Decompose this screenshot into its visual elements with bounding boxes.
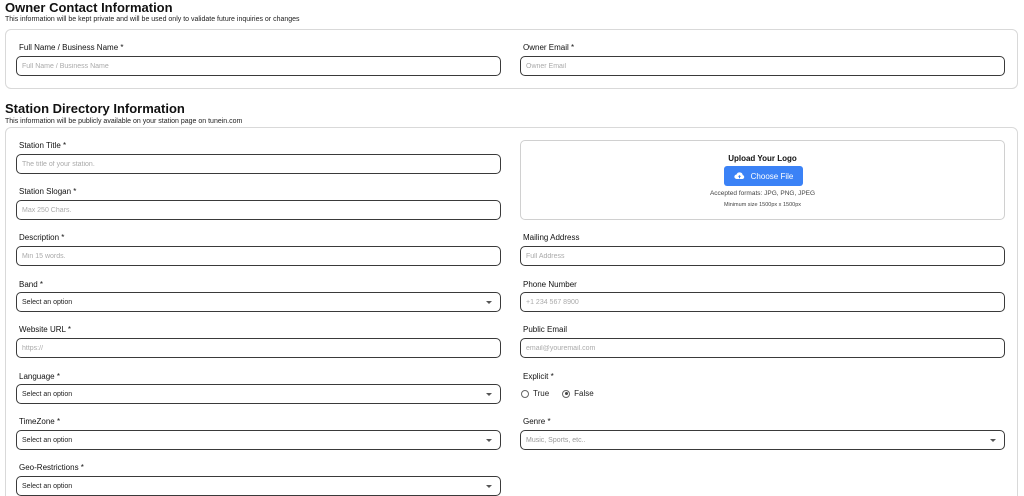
chevron-down-icon: [486, 439, 492, 442]
description-input[interactable]: [16, 246, 501, 266]
chevron-down-icon: [486, 485, 492, 488]
owner-email-label: Owner Email *: [523, 43, 575, 52]
chevron-down-icon: [486, 301, 492, 304]
explicit-false-label: False: [574, 389, 594, 398]
upload-logo-title: Upload Your Logo: [728, 154, 797, 163]
explicit-true-label: True: [533, 389, 550, 398]
explicit-label: Explicit *: [523, 372, 554, 381]
geo-restrictions-label: Geo-Restrictions *: [19, 463, 84, 472]
owner-email-input[interactable]: [520, 56, 1005, 76]
language-select-value: Select an option: [22, 390, 73, 398]
explicit-true-radio[interactable]: [521, 389, 529, 398]
upload-size-note: Minimum size 1500px x 1500px: [723, 202, 802, 208]
station-section-title: Station Directory Information: [5, 101, 185, 116]
public-email-input[interactable]: [520, 338, 1005, 358]
station-slogan-label: Station Slogan *: [19, 187, 77, 196]
chevron-down-icon: [486, 393, 492, 396]
timezone-select-value: Select an option: [22, 436, 73, 444]
full-name-input[interactable]: [16, 56, 501, 76]
website-input[interactable]: [16, 338, 501, 358]
logo-upload-area[interactable]: Upload Your Logo Choose File Accepted fo…: [520, 140, 1005, 220]
chevron-down-icon: [990, 439, 996, 442]
station-title-input[interactable]: [16, 154, 501, 174]
explicit-radio-group: True False: [521, 389, 594, 398]
geo-restrictions-select-value: Select an option: [22, 482, 73, 490]
owner-section-title: Owner Contact Information: [5, 0, 173, 15]
timezone-select[interactable]: Select an option: [16, 430, 501, 450]
description-label: Description *: [19, 233, 65, 242]
station-slogan-input[interactable]: [16, 200, 501, 220]
language-select[interactable]: Select an option: [16, 384, 501, 404]
timezone-label: TimeZone *: [19, 417, 61, 426]
website-label: Website URL *: [19, 325, 72, 334]
band-label: Band *: [19, 280, 44, 289]
choose-file-button[interactable]: Choose File: [724, 166, 803, 186]
phone-number-input[interactable]: [520, 292, 1005, 312]
mailing-address-label: Mailing Address: [523, 233, 580, 242]
cloud-upload-icon: [734, 172, 744, 180]
choose-file-label: Choose File: [750, 171, 794, 181]
genre-select[interactable]: Music, Sports, etc..: [520, 430, 1005, 450]
band-select[interactable]: Select an option: [16, 292, 501, 312]
owner-section-subtitle: This information will be kept private an…: [5, 16, 300, 23]
station-title-label: Station Title *: [19, 141, 67, 150]
upload-formats-note: Accepted formats: JPG, PNG, JPEG: [709, 190, 816, 197]
geo-restrictions-select[interactable]: Select an option: [16, 476, 501, 496]
station-section-subtitle: This information will be publicly availa…: [5, 118, 243, 125]
mailing-address-input[interactable]: [520, 246, 1005, 266]
phone-number-label: Phone Number: [523, 280, 577, 289]
language-label: Language *: [19, 372, 60, 381]
genre-select-placeholder: Music, Sports, etc..: [526, 436, 586, 444]
public-email-label: Public Email: [523, 325, 568, 334]
genre-label: Genre *: [523, 417, 551, 426]
full-name-label: Full Name / Business Name *: [19, 43, 124, 52]
band-select-value: Select an option: [22, 298, 73, 306]
explicit-false-radio[interactable]: [562, 389, 571, 398]
